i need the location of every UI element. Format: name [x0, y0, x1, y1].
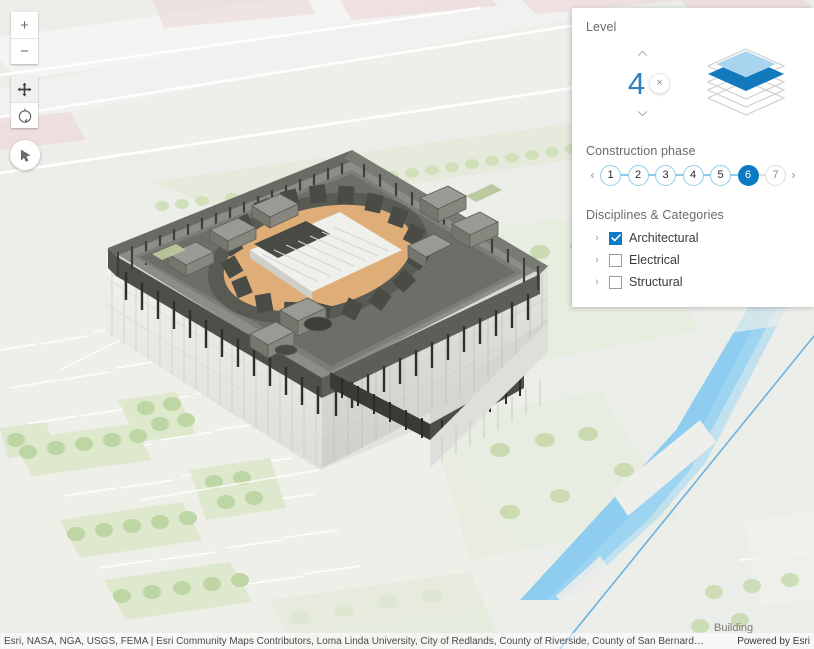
map-toolbar: + −	[10, 12, 40, 170]
level-value: 4	[627, 65, 646, 101]
check-icon	[610, 234, 621, 242]
phase-dot-6[interactable]: 6	[737, 164, 759, 186]
zoom-controls: + −	[11, 12, 38, 64]
phase-dot-5[interactable]: 5	[710, 164, 731, 186]
navigation-controls	[11, 76, 38, 128]
discipline-item-electrical[interactable]: › Electrical	[586, 249, 800, 271]
level-picker: 4 ×	[586, 44, 698, 120]
attribution-bar: Esri, NASA, NGA, USGS, FEMA | Esri Commu…	[0, 633, 814, 649]
zoom-in-button[interactable]: +	[11, 12, 38, 38]
phase-dot-3[interactable]: 3	[655, 164, 676, 186]
construction-phase-label: Construction phase	[586, 144, 696, 158]
zoom-out-button[interactable]: −	[11, 38, 38, 64]
rotate-button[interactable]	[11, 102, 38, 128]
level-clear-button[interactable]: ×	[649, 72, 671, 94]
chevron-right-icon[interactable]: ›	[592, 232, 602, 244]
chevron-right-icon[interactable]: ›	[592, 254, 602, 266]
minus-icon: −	[20, 43, 29, 60]
level-up-button[interactable]	[631, 46, 653, 60]
chevron-up-icon	[637, 50, 647, 56]
level-value-row: 4 ×	[627, 60, 671, 106]
discipline-label-electrical: Electrical	[629, 253, 680, 267]
plus-icon: +	[20, 16, 29, 34]
phase-track: 1 2 3 4 5 6 7	[599, 164, 787, 186]
discipline-label-architectural: Architectural	[629, 231, 699, 245]
disciplines-section: Disciplines & Categories › Architectural…	[572, 196, 814, 293]
construction-phase-control: ‹ 1 2 3 4 5 6 7 ›	[586, 160, 800, 196]
building-explorer-panel: Level 4 × Construction phase ‹ 1 2 3 4 5…	[572, 8, 814, 307]
phase-next-button[interactable]: ›	[787, 164, 800, 186]
pan-icon	[17, 82, 32, 96]
attribution-text: Esri, NASA, NGA, USGS, FEMA | Esri Commu…	[4, 635, 704, 647]
phase-dot-4[interactable]: 4	[682, 164, 704, 186]
pan-button[interactable]	[11, 76, 38, 102]
esri-scene-viewer: Building + − Level 4 × Construction phas…	[0, 0, 814, 649]
level-section-label: Level	[586, 20, 617, 34]
phase-dot-2[interactable]: 2	[627, 164, 649, 186]
phase-prev-button[interactable]: ‹	[586, 164, 599, 186]
discipline-checkbox-electrical[interactable]	[609, 253, 622, 267]
discipline-checkbox-structural[interactable]	[609, 275, 622, 289]
cursor-select-icon	[20, 149, 30, 162]
level-control: 4 ×	[586, 36, 800, 132]
level-section: Level 4 ×	[572, 8, 814, 132]
select-tool-button[interactable]	[10, 140, 40, 170]
discipline-item-structural[interactable]: › Structural	[586, 271, 800, 293]
discipline-checkbox-architectural[interactable]	[609, 231, 622, 245]
level-stack-graphic	[698, 46, 800, 118]
construction-phase-section: Construction phase ‹ 1 2 3 4 5 6 7 ›	[572, 132, 814, 196]
chevron-right-icon[interactable]: ›	[592, 276, 602, 288]
disciplines-label: Disciplines & Categories	[586, 208, 724, 222]
disciplines-list: › Architectural › Electrical › Structura…	[586, 224, 800, 293]
rotate-icon	[18, 108, 31, 123]
powered-by-esri[interactable]: Powered by Esri	[729, 636, 810, 647]
discipline-item-architectural[interactable]: › Architectural	[586, 227, 800, 249]
phase-dot-7[interactable]: 7	[765, 164, 786, 186]
phase-dot-1[interactable]: 1	[600, 164, 621, 186]
level-down-button[interactable]	[631, 106, 653, 120]
chevron-down-icon	[637, 110, 647, 116]
layer-stack-icon	[706, 48, 786, 116]
discipline-label-structural: Structural	[629, 275, 683, 289]
